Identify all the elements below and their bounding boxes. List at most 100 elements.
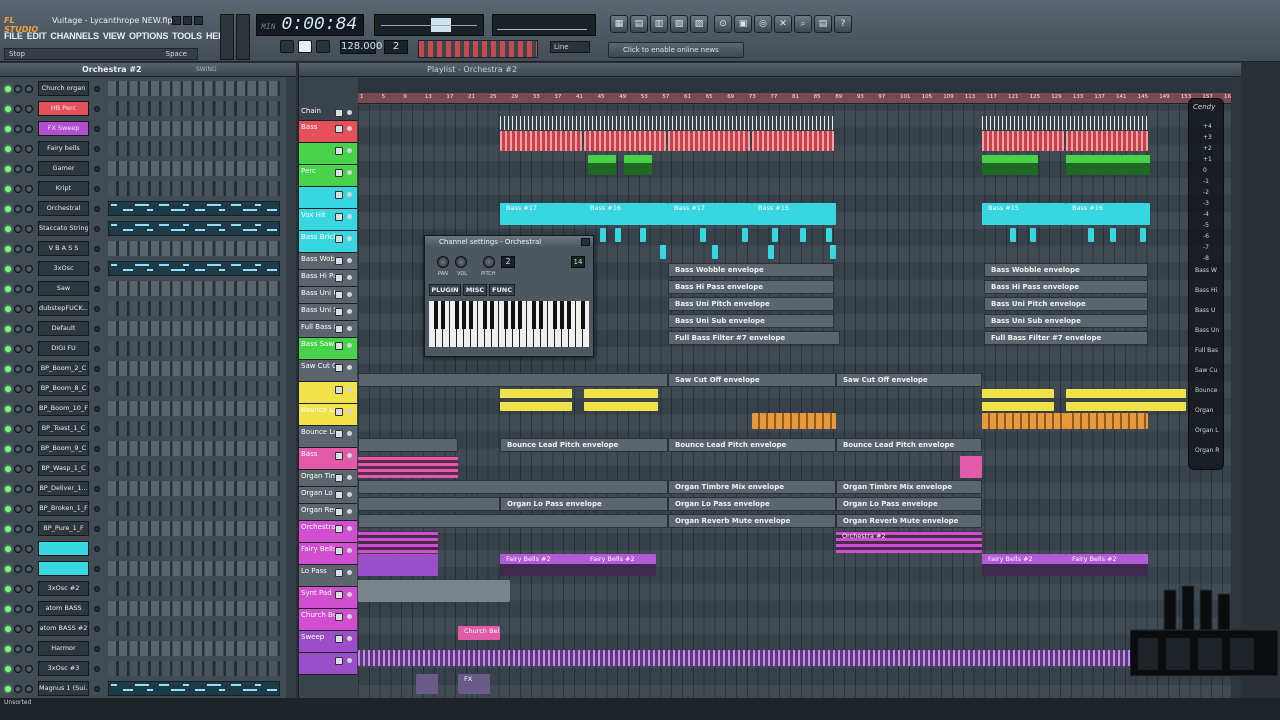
channel-mute-led[interactable] [5,406,11,412]
channel-select-indicator[interactable] [94,266,100,272]
channel-volume-knob[interactable] [25,145,33,153]
tab-misc[interactable]: MISC [463,284,487,296]
track-header[interactable]: Chain [299,105,357,121]
automation-clip[interactable]: Organ Timbre Mix envelope [358,480,668,494]
automation-clip[interactable]: Saw Cut Off envelope [668,373,836,387]
channel-select-indicator[interactable] [94,486,100,492]
playlist-clip[interactable]: Fairy Bells #2 [1066,554,1148,576]
channel-volume-knob[interactable] [25,365,33,373]
channel-pan-knob[interactable] [14,385,22,393]
track-header[interactable] [299,187,357,209]
playlist-clip[interactable] [358,456,458,478]
automation-clip[interactable]: Organ Reverb Mute envelope [668,514,836,528]
playlist-clip[interactable] [1122,155,1150,175]
track-select-dot[interactable] [347,509,352,514]
channel-mute-led[interactable] [5,606,11,612]
tempo-icon[interactable]: ◎ [754,15,772,33]
track-header[interactable]: Bass [299,448,357,470]
automation-clip[interactable]: Organ Lo Pass envelope [358,497,500,511]
track-mute-icon[interactable] [335,491,343,499]
channel-name-button[interactable]: Saw [38,281,89,296]
automation-clip[interactable]: Bass Uni Pitch envelope [668,297,834,311]
track-select-dot[interactable] [347,592,352,597]
channel-select-indicator[interactable] [94,126,100,132]
channel-mute-led[interactable] [5,426,11,432]
track-mute-icon[interactable] [335,109,343,117]
channel-row[interactable]: 3xOsc [0,259,284,279]
playlist-clip[interactable] [742,228,748,242]
playlist-clip[interactable] [752,131,834,151]
playlist-clip[interactable] [600,228,606,242]
time-display[interactable]: MIN 0:00:84 [256,14,364,36]
channel-pan-knob[interactable] [14,225,22,233]
track-select-dot[interactable] [347,275,352,280]
channel-pan-knob[interactable] [14,405,22,413]
track-header[interactable]: Bounce Lead [299,404,357,426]
track-header[interactable] [299,143,357,165]
track-header[interactable]: Bass Hi Pa... [299,270,357,287]
channel-mute-led[interactable] [5,346,11,352]
channel-row[interactable]: Staccato Strings [0,219,284,239]
playlist-clip[interactable] [800,228,806,242]
channel-mute-led[interactable] [5,466,11,472]
channel-row[interactable]: Magnus 1 (Sui... [0,679,284,699]
channel-mute-led[interactable] [5,106,11,112]
channel-name-button[interactable]: BP_Wasp_1_C [38,461,89,476]
playlist-clip[interactable] [1030,228,1036,242]
channel-mute-led[interactable] [5,566,11,572]
channel-mute-led[interactable] [5,646,11,652]
channel-pan-knob[interactable] [14,125,22,133]
channel-row[interactable]: Default [0,319,284,339]
track-select-dot[interactable] [347,453,352,458]
track-header[interactable]: Lo Pass [299,565,357,587]
channel-pan-knob[interactable] [14,105,22,113]
playlist-clip[interactable] [500,116,834,130]
track-select-dot[interactable] [347,170,352,175]
playlist-clip[interactable] [752,413,836,429]
track-mute-icon[interactable] [335,547,343,555]
channel-volume-knob[interactable] [25,625,33,633]
pattern-number[interactable]: 2 [384,40,408,54]
step-sequencer-row[interactable] [108,421,280,436]
channel-name-button[interactable]: atom BASS #2 [38,621,89,636]
channel-mute-led[interactable] [5,246,11,252]
track-select-dot[interactable] [347,309,352,314]
playlist-clip[interactable] [1094,155,1122,175]
channel-name-button[interactable]: Church organ [38,81,89,96]
automation-clip[interactable]: Bass Uni Sub envelope [984,314,1148,328]
fx-channel[interactable]: 14 [571,256,585,268]
volume-knob[interactable] [455,256,467,268]
playlist-clip[interactable] [1110,228,1116,242]
channel-row[interactable]: BP_Pure_1_F [0,519,284,539]
playlist-clip[interactable] [768,245,774,259]
channel-name-button[interactable]: 3xOsc #2 [38,581,89,596]
track-select-dot[interactable] [347,236,352,241]
channel-select-indicator[interactable] [94,666,100,672]
playlist-clip[interactable]: Bass #15 [752,203,836,225]
channel-mute-led[interactable] [5,306,11,312]
playlist-clip[interactable] [660,245,666,259]
channel-volume-knob[interactable] [25,585,33,593]
track-select-dot[interactable] [347,387,352,392]
step-sequencer-row[interactable] [108,281,280,296]
track-header[interactable]: Church Bell [299,609,357,631]
channel-row[interactable]: BP_Deliver_1... [0,479,284,499]
pitch-knob[interactable] [483,256,495,268]
channel-pan-knob[interactable] [14,305,22,313]
channel-mute-led[interactable] [5,166,11,172]
master-pitch-slider[interactable] [236,14,250,60]
channel-volume-knob[interactable] [25,125,33,133]
channel-name-button[interactable]: BP_Toast_1_C [38,421,89,436]
track-mute-icon[interactable] [335,325,343,333]
track-select-dot[interactable] [347,126,352,131]
maximize-icon[interactable] [183,16,192,25]
track-select-dot[interactable] [347,110,352,115]
channel-select-indicator[interactable] [94,346,100,352]
channel-row[interactable]: dubstepFUCK... [0,299,284,319]
channel-select-indicator[interactable] [94,326,100,332]
channel-name-button[interactable]: BP_Broken_1_F [38,501,89,516]
step-sequencer-row[interactable] [108,541,280,556]
channel-mute-led[interactable] [5,386,11,392]
channel-pan-knob[interactable] [14,645,22,653]
channel-select-indicator[interactable] [94,166,100,172]
